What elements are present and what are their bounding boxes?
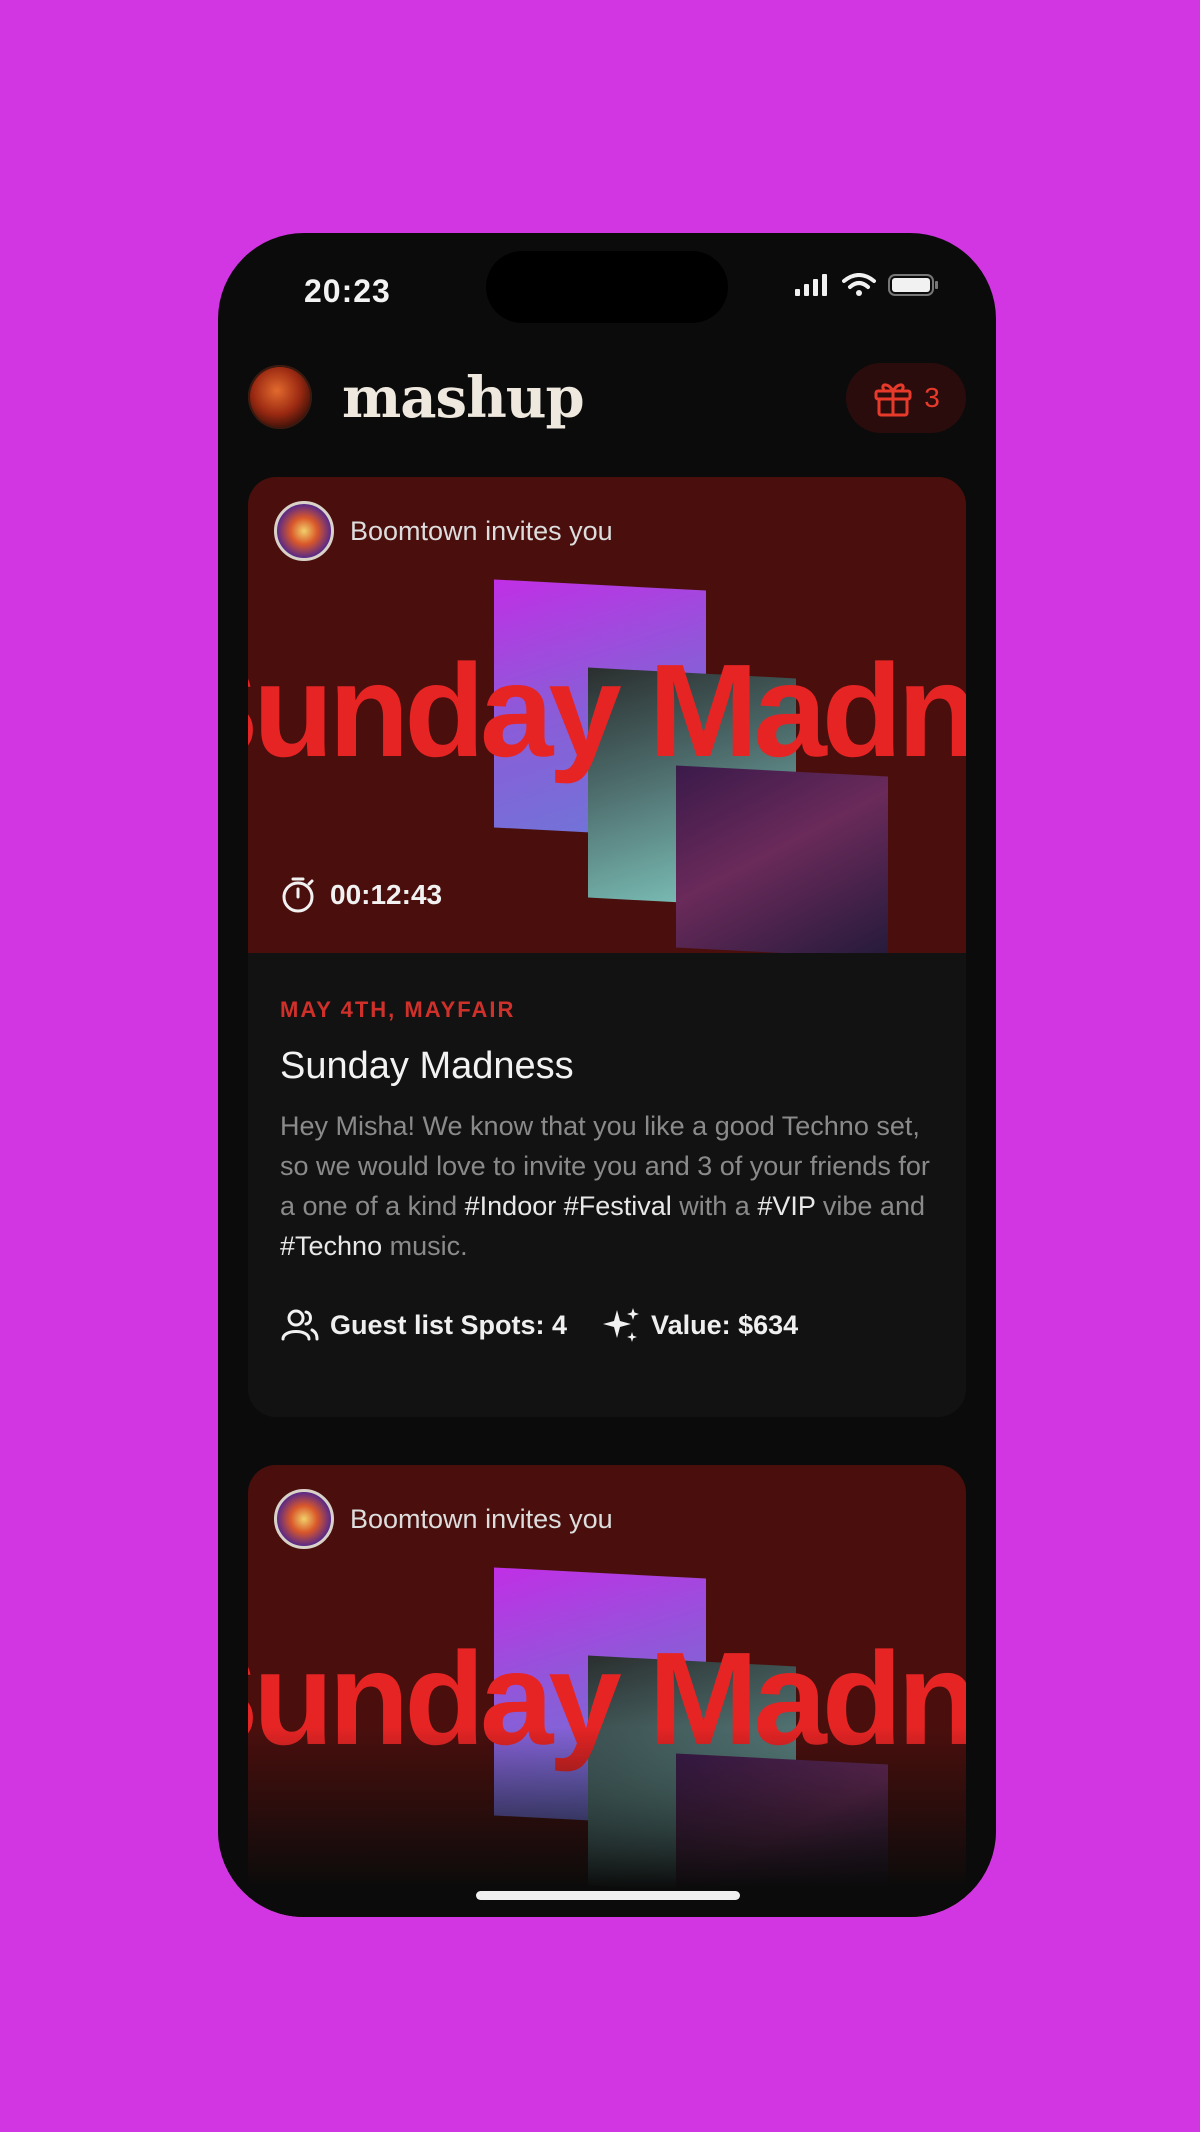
host-avatar [274,1489,334,1549]
event-meta: Guest list Spots: 4 Value: $634 [280,1306,934,1344]
hashtag[interactable]: #VIP [757,1191,815,1221]
desc-text: music. [382,1231,468,1261]
dynamic-island [486,251,728,323]
guest-list-text: Guest list Spots: 4 [330,1309,568,1340]
status-time: 20:23 [304,273,391,309]
stopwatch-icon [282,877,314,913]
battery-icon [888,274,938,296]
gift-icon [874,383,912,417]
home-indicator[interactable] [476,1891,740,1900]
event-date: MAY 4TH, MAYFAIR [280,997,516,1022]
signal-icon [795,274,827,296]
desc-text [556,1191,564,1221]
gifts-button[interactable]: 3 [846,363,966,433]
event-body: MAY 4TH, MAYFAIR Sunday Madness Hey Mish… [280,997,934,1344]
value-text: Value: $634 [651,1309,799,1340]
event-title: Sunday Madness [280,1045,574,1087]
event-photo [676,765,888,953]
hashtag[interactable]: #Festival [564,1191,672,1221]
hashtag[interactable]: #Indoor [465,1191,557,1221]
brand-logo: mashup [342,365,585,431]
timer-text: 00:12:43 [330,879,443,910]
bottom-fade [218,1727,996,1917]
sparkle-icon [603,1308,640,1342]
user-avatar[interactable] [248,365,312,429]
gift-count: 3 [924,382,940,413]
countdown-timer: 00:12:43 [278,875,442,915]
hashtag[interactable]: #Techno [280,1231,382,1261]
host-text: Boomtown invites you [350,1503,613,1534]
event-value: Value: $634 [601,1306,798,1344]
desc-text: vibe and [815,1191,925,1221]
event-card[interactable]: Boomtown invites you Sunday Madness 00:1… [248,477,966,1417]
desc-text: with a [671,1191,758,1221]
app-header: mashup 3 [248,361,966,433]
host-row: Boomtown invites you [274,501,613,561]
host-text: Boomtown invites you [350,515,613,546]
users-icon [281,1309,319,1341]
host-row: Boomtown invites you [274,1489,613,1549]
status-icons [794,273,940,297]
host-avatar [274,501,334,561]
event-hero: Boomtown invites you Sunday Madness 00:1… [248,477,966,953]
phone-frame: 20:23 mashup 3 Boomtown invites you unda… [218,233,996,1917]
guest-list-spots: Guest list Spots: 4 [280,1307,567,1343]
hero-title: Sunday Madness [248,637,966,784]
event-description: Hey Misha! We know that you like a good … [280,1106,934,1266]
wifi-icon [842,273,876,296]
